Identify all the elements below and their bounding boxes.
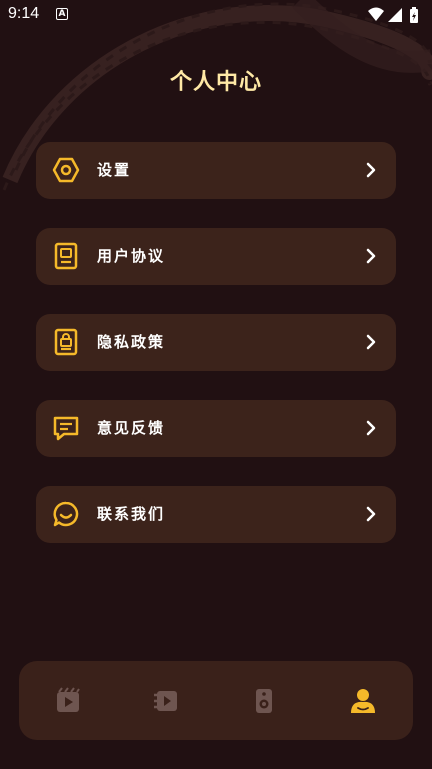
menu-item-settings[interactable]: 设置 <box>36 142 396 199</box>
chat-message-icon <box>53 416 79 441</box>
chevron-right-icon <box>366 162 376 178</box>
menu-item-label: 联系我们 <box>97 505 166 523</box>
hexagon-settings-icon <box>52 157 80 183</box>
accessibility-icon: A <box>56 8 68 20</box>
chat-smile-icon <box>53 501 79 527</box>
menu-item-label: 意见反馈 <box>97 419 166 437</box>
tab-film-play-icon[interactable] <box>54 687 82 715</box>
tab-video-play-icon[interactable] <box>152 687 180 715</box>
status-time: 9:14 <box>8 5 40 22</box>
page-title: 个人中心 <box>169 70 262 95</box>
menu-item-user-agreement[interactable]: 用户协议 <box>36 228 396 285</box>
menu-item-feedback[interactable]: 意见反馈 <box>36 400 396 457</box>
signal-icon <box>388 8 402 22</box>
document-lock-icon <box>54 328 78 356</box>
chevron-right-icon <box>366 420 376 436</box>
chevron-right-icon <box>366 506 376 522</box>
chevron-right-icon <box>366 334 376 350</box>
status-icons <box>368 7 418 23</box>
menu-item-contact-us[interactable]: 联系我们 <box>36 486 396 543</box>
menu-list: 设置 用户协议 隐私政策 意见反馈 联系我们 <box>36 142 396 572</box>
tab-speaker-icon[interactable] <box>250 687 278 715</box>
bottom-tab-bar <box>19 661 413 740</box>
wifi-icon <box>368 7 384 21</box>
menu-item-privacy-policy[interactable]: 隐私政策 <box>36 314 396 371</box>
document-user-icon <box>54 242 78 270</box>
tab-user-profile-icon[interactable] <box>349 687 377 715</box>
battery-icon <box>410 7 418 23</box>
status-bar: 9:14 A <box>0 0 432 30</box>
menu-item-label: 隐私政策 <box>97 333 166 351</box>
chevron-right-icon <box>366 248 376 264</box>
menu-item-label: 设置 <box>97 161 132 179</box>
menu-item-label: 用户协议 <box>97 247 166 265</box>
